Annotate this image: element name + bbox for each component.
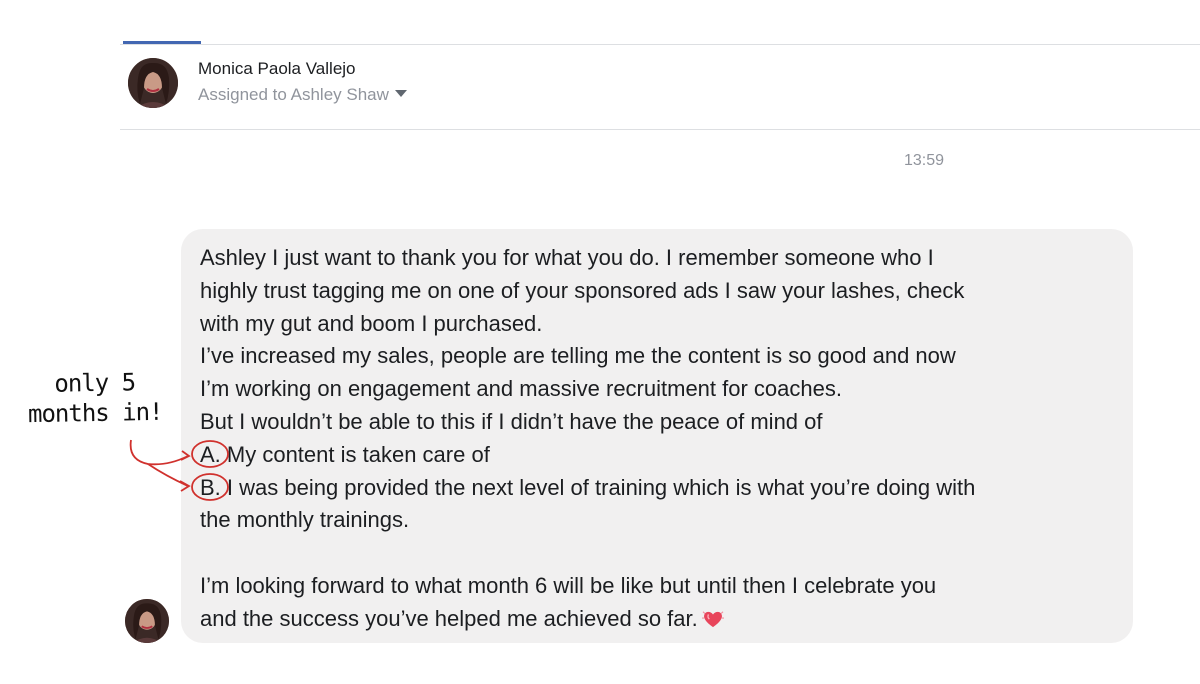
message-blank-line xyxy=(200,537,1114,570)
header-divider xyxy=(120,129,1200,130)
top-divider xyxy=(120,44,1200,45)
message-line-item-b: B. I was being provided the next level o… xyxy=(200,474,976,500)
arrow-to-a xyxy=(129,439,189,466)
message-line: the monthly trainings. xyxy=(200,507,410,533)
message-timestamp: 13:59 xyxy=(904,152,945,169)
contact-name: Monica Paola Vallejo xyxy=(198,59,356,78)
assignee-label: Assigned to Ashley Shaw xyxy=(198,85,389,104)
message-line-last: and the success you’ve helped me achieve… xyxy=(200,603,1114,636)
message-line: I’ve increased my sales, people are tell… xyxy=(200,343,956,369)
handwritten-annotation: only 5 months in! xyxy=(19,367,170,430)
caret-down-icon[interactable] xyxy=(394,90,407,98)
contact-avatar[interactable] xyxy=(128,58,178,108)
message-line: But I wouldn’t be able to this if I didn… xyxy=(200,408,823,434)
message-line-item-a: A. My content is taken care of xyxy=(200,441,490,467)
annotation-line: only 5 xyxy=(54,368,136,398)
message-line: with my gut and boom I purchased. xyxy=(200,310,543,336)
annotation-line: months in! xyxy=(27,397,163,429)
message-line: Ashley I just want to thank you for what… xyxy=(200,245,934,270)
avatar-photo xyxy=(125,599,169,643)
message-line: I’m working on engagement and massive re… xyxy=(200,376,842,402)
avatar-photo xyxy=(128,58,178,108)
message-line-text: and the success you’ve helped me achieve… xyxy=(200,605,698,631)
sender-avatar[interactable] xyxy=(125,599,169,643)
message-bubble[interactable]: Ashley I just want to thank you for what… xyxy=(181,229,1133,643)
assignee-dropdown[interactable]: Assigned to Ashley Shaw xyxy=(198,85,407,105)
message-line: highly trust tagging me on one of your s… xyxy=(200,277,965,303)
message-line: I’m looking forward to what month 6 will… xyxy=(200,572,937,598)
heart-emoji-icon xyxy=(701,611,724,627)
